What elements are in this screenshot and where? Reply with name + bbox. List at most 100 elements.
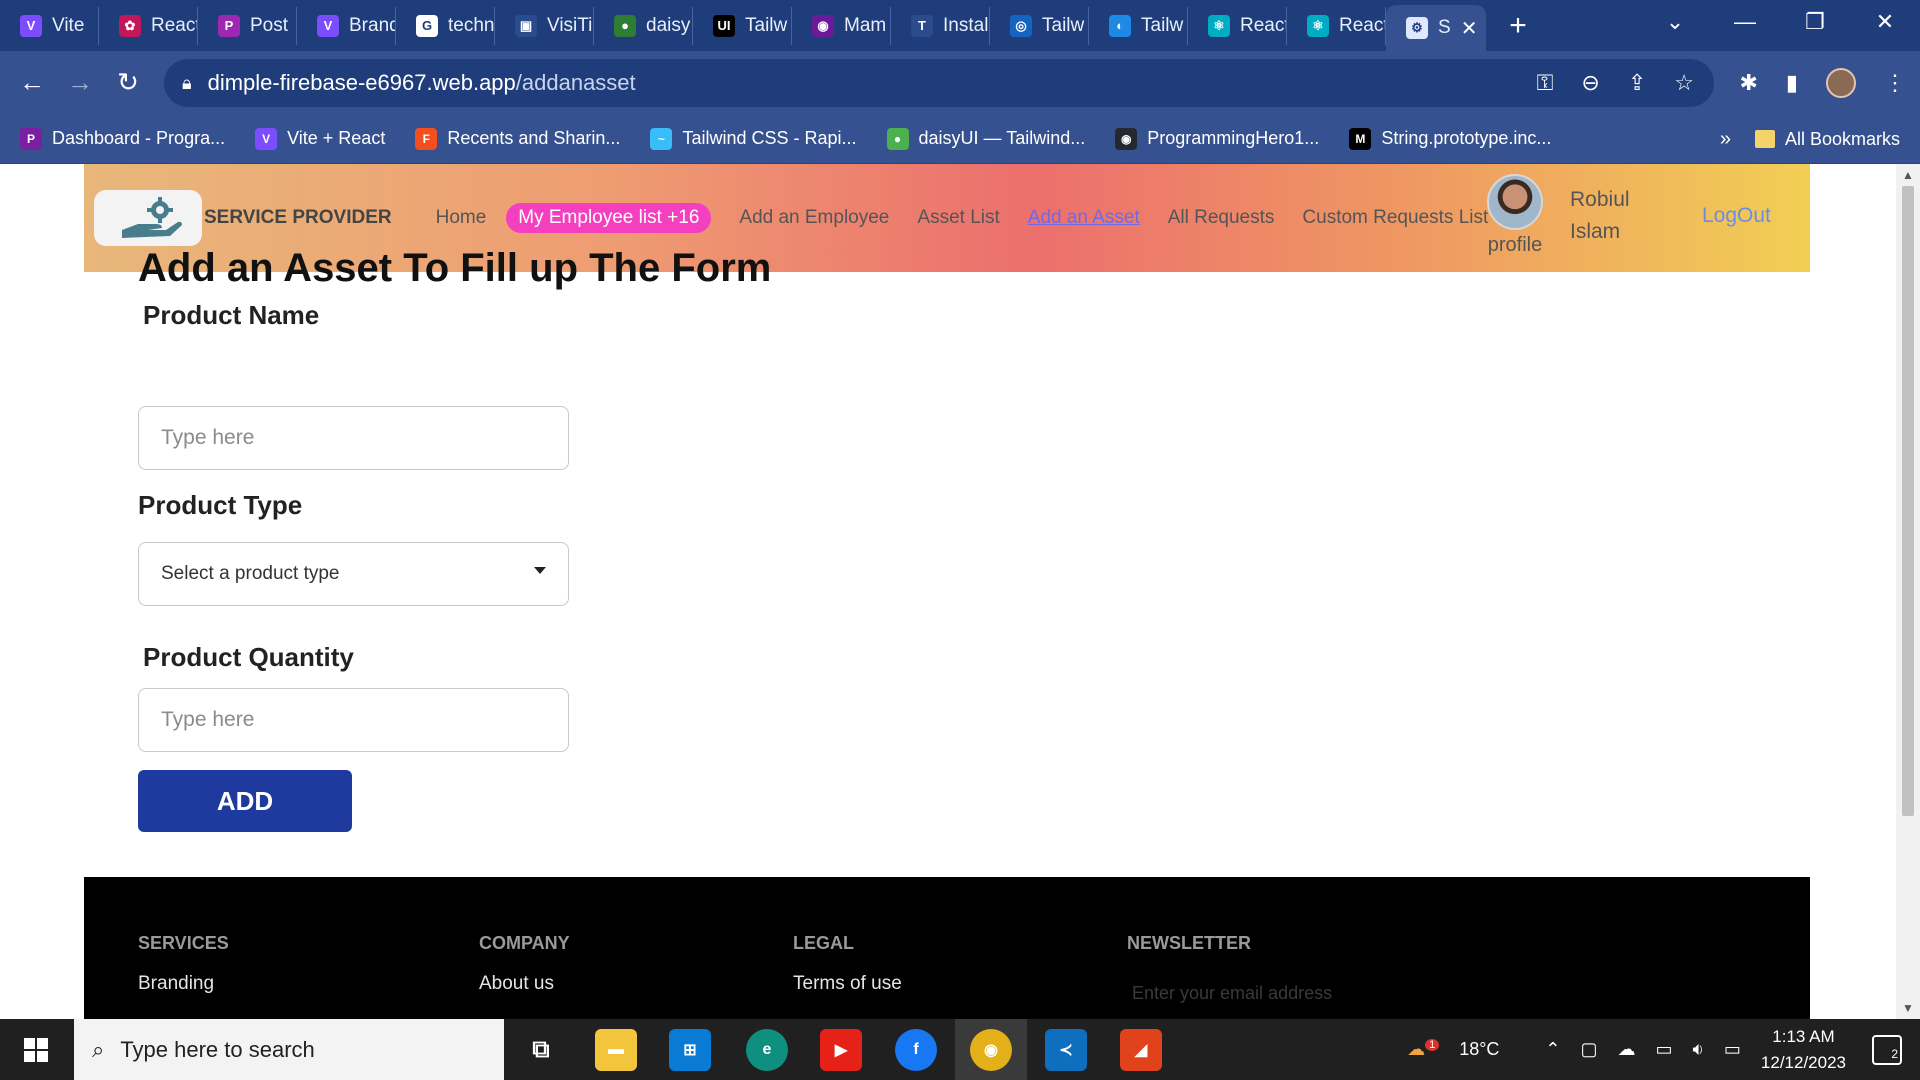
notification-center-icon[interactable]: 2 — [1872, 1034, 1902, 1065]
task-view-icon[interactable]: ⧉ — [520, 1029, 562, 1071]
volume-icon[interactable]: 🔉︎ — [1693, 1039, 1704, 1060]
anydesk-icon[interactable]: ◢ — [1120, 1029, 1162, 1071]
bookmark-5[interactable]: ◉ ProgrammingHero1... — [1115, 127, 1319, 150]
profile-avatar[interactable] — [1487, 174, 1543, 230]
tab-label: Tailw — [745, 14, 788, 36]
taskbar-clock[interactable]: 1:13 AM 12/12/2023 — [1761, 1024, 1846, 1076]
edge-icon[interactable]: e — [746, 1029, 788, 1071]
more-bookmarks-button[interactable]: » — [1720, 128, 1731, 151]
tab-label: daisy — [646, 14, 691, 36]
display-icon[interactable]: ▭ — [1724, 1039, 1741, 1060]
footer-link-branding[interactable]: Branding — [138, 973, 214, 995]
profile-block[interactable]: profile — [1482, 174, 1548, 257]
forward-icon[interactable]: → — [56, 67, 104, 98]
share-icon[interactable]: ⇪ — [1628, 70, 1646, 96]
bookmark-3[interactable]: ~ Tailwind CSS - Rapi... — [650, 127, 857, 150]
logout-button[interactable]: LogOut — [1702, 204, 1771, 228]
tab-5[interactable]: ▣ VisiTi — [495, 6, 594, 45]
active-tab[interactable]: ⚙ S ✕ — [1386, 5, 1486, 51]
scroll-down-icon[interactable]: ▼ — [1902, 1001, 1914, 1015]
browser-menu-icon[interactable]: ⋮ — [1884, 70, 1906, 96]
weather-badge: 1 — [1425, 1039, 1440, 1051]
nav-all-requests[interactable]: All Requests — [1168, 207, 1275, 229]
vscode-icon[interactable]: ≺ — [1045, 1029, 1087, 1071]
battery-icon[interactable]: ▭ — [1656, 1039, 1673, 1060]
tab-12[interactable]: ⚛ React — [1188, 6, 1287, 45]
product-name-input[interactable]: Type here — [138, 406, 569, 470]
tab-8[interactable]: ◉ Mam — [792, 6, 891, 45]
bookmark-6[interactable]: M String.prototype.inc... — [1349, 127, 1551, 150]
minimize-icon[interactable]: — — [1710, 9, 1780, 35]
nav-add-asset[interactable]: Add an Asset — [1028, 207, 1140, 229]
close-tab-icon[interactable]: ✕ — [1461, 16, 1478, 41]
url-path: /addanasset — [515, 70, 636, 95]
chrome-icon[interactable]: ◉ — [970, 1029, 1012, 1071]
url-bar[interactable]: 🔒︎ dimple-firebase-e6967.web.app/addanas… — [164, 59, 1714, 107]
tab-3[interactable]: V Brand — [297, 6, 396, 45]
side-panel-icon[interactable]: ▮ — [1786, 70, 1798, 96]
page-scrollbar[interactable]: ▲ ▼ — [1896, 164, 1920, 1019]
clock-time: 1:13 AM — [1772, 1026, 1835, 1046]
weather-temp[interactable]: 18°C — [1459, 1039, 1499, 1060]
facebook-icon[interactable]: f — [895, 1029, 937, 1071]
nav-employee-list[interactable]: My Employee list +16 — [506, 203, 712, 233]
bookmark-4[interactable]: ● daisyUI — Tailwind... — [886, 127, 1085, 150]
close-window-icon[interactable]: ✕ — [1850, 9, 1920, 35]
tab-10[interactable]: ◎ Tailw — [990, 6, 1089, 45]
scrollbar-thumb[interactable] — [1902, 186, 1914, 816]
all-bookmarks-button[interactable]: All Bookmarks — [1754, 129, 1900, 150]
bookmark-star-icon[interactable]: ☆ — [1674, 70, 1694, 96]
tab-7[interactable]: UI Tailw — [693, 6, 792, 45]
youtube-icon[interactable]: ▶ — [820, 1029, 862, 1071]
bookmark-2[interactable]: F Recents and Sharin... — [415, 127, 620, 150]
microsoft-store-icon[interactable]: ⊞ — [669, 1029, 711, 1071]
tab-label: VisiTi — [547, 14, 593, 36]
network-icon[interactable]: ☁ — [1618, 1039, 1636, 1060]
hand-gear-icon — [122, 197, 182, 238]
tab-label: Post — [250, 14, 289, 36]
scroll-up-icon[interactable]: ▲ — [1902, 168, 1914, 182]
nav-custom-requests[interactable]: Custom Requests List — [1302, 207, 1488, 229]
tab-13[interactable]: ⚛ React — [1287, 6, 1386, 45]
restore-icon[interactable]: ❐ — [1780, 9, 1850, 35]
new-tab-button[interactable]: + — [1496, 9, 1540, 43]
site-brand[interactable]: SERVICE PROVIDER — [204, 207, 392, 229]
site-logo[interactable] — [94, 190, 202, 246]
file-explorer-icon[interactable]: ▬ — [595, 1029, 637, 1071]
meet-now-icon[interactable]: ▢ — [1581, 1039, 1598, 1060]
reload-icon[interactable]: ↻ — [104, 67, 152, 98]
footer-legal-heading: LEGAL — [793, 933, 854, 953]
tab-favicon-icon: ◎ — [1010, 14, 1032, 37]
tab-search-icon[interactable]: ⌄ — [1640, 9, 1710, 35]
bookmark-0[interactable]: P Dashboard - Progra... — [20, 127, 225, 150]
tab-1[interactable]: ✿ React — [99, 6, 198, 45]
tab-2[interactable]: P Post — [198, 6, 297, 45]
start-button[interactable] — [0, 1019, 72, 1080]
site-nav-links: Home My Employee list +16 Add an Employe… — [436, 203, 1488, 233]
newsletter-email-input[interactable]: Enter your email address — [1132, 983, 1332, 1004]
product-quantity-input[interactable]: Type here — [138, 688, 569, 752]
nav-add-employee[interactable]: Add an Employee — [739, 207, 889, 229]
taskbar-search[interactable]: ⌕ Type here to search — [74, 1019, 504, 1080]
add-asset-button[interactable]: ADD — [138, 770, 352, 832]
extensions-icon[interactable]: ✱ — [1739, 70, 1757, 96]
nav-home[interactable]: Home — [436, 207, 487, 229]
tab-9[interactable]: T Instal — [891, 6, 990, 45]
nav-asset-list[interactable]: Asset List — [917, 207, 999, 229]
footer-link-terms[interactable]: Terms of use — [793, 973, 902, 995]
tab-4[interactable]: Gtechn — [396, 6, 495, 45]
bookmark-1[interactable]: V Vite + React — [255, 127, 385, 150]
tab-6[interactable]: ● daisy — [594, 6, 693, 45]
weather-icon[interactable]: ☁︎ 1 — [1407, 1039, 1440, 1060]
tab-label: React — [151, 14, 198, 36]
browser-profile-avatar[interactable] — [1826, 68, 1856, 98]
back-icon[interactable]: ← — [8, 67, 56, 98]
tab-0[interactable]: V Vite — [0, 6, 99, 45]
footer-link-about[interactable]: About us — [479, 973, 554, 995]
tab-11[interactable]: ◐ Tailw — [1089, 6, 1188, 45]
zoom-icon[interactable]: ⊖ — [1581, 70, 1599, 96]
lock-icon[interactable]: 🔒︎ — [182, 73, 192, 94]
password-key-icon[interactable]: ⚿ — [1537, 70, 1554, 96]
show-hidden-icons[interactable]: ⌃ — [1545, 1039, 1560, 1060]
product-type-select[interactable]: Select a product type — [138, 542, 569, 606]
